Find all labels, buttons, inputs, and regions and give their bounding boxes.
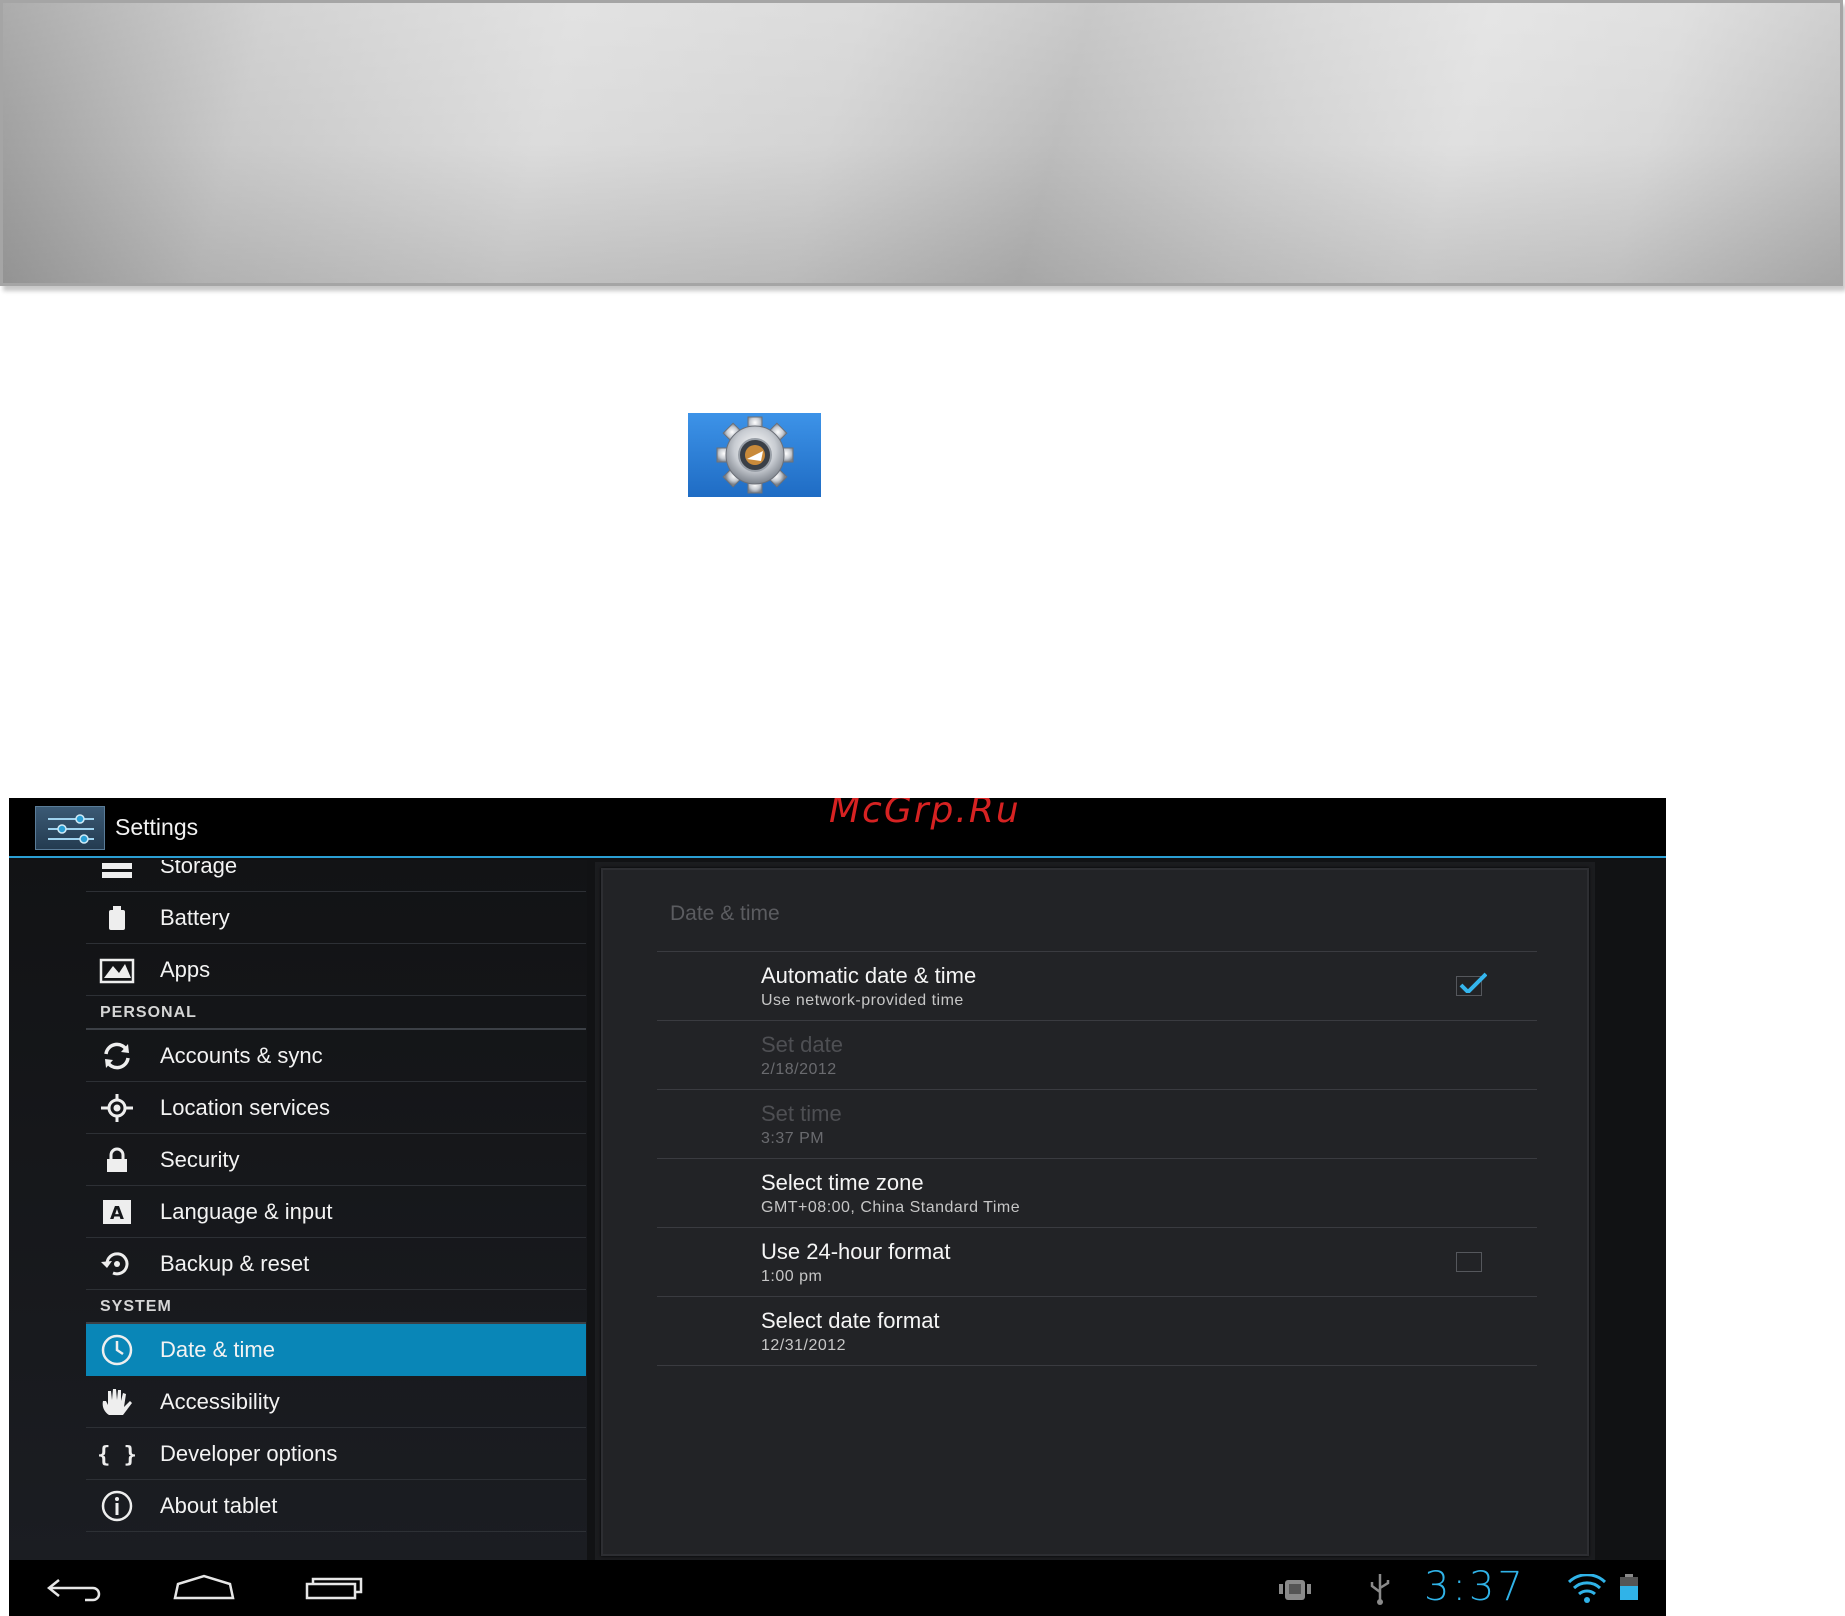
battery-icon [98,899,136,937]
hand-icon [98,1383,136,1421]
wifi-icon [1567,1574,1607,1603]
svg-text:{ }: { } [98,1443,136,1468]
menu-item-location-services[interactable]: Location services [86,1082,586,1134]
svg-text:A: A [110,1203,124,1224]
pref-select-time-zone[interactable]: Select time zone GMT+08:00, China Standa… [657,1159,1537,1228]
lock-icon [98,1141,136,1179]
menu-item-security[interactable]: Security [86,1134,586,1186]
menu-item-backup-reset[interactable]: Backup & reset [86,1238,586,1290]
settings-app-icon [688,413,821,497]
auto-time-checkbox[interactable] [1456,972,1487,996]
gear-icon [716,416,793,494]
battery-status-icon [1620,1574,1638,1600]
pref-title: Select date format [761,1308,940,1333]
settings-menu-pane: Storage Battery Apps PERSONAL Accounts &… [9,860,587,1560]
home-icon[interactable] [172,1572,236,1602]
watermark: McGrp.Ru [829,798,1021,831]
detail-title: Date & time [670,902,780,925]
menu-item-label: Battery [160,904,230,930]
pref-title: Select time zone [761,1170,924,1195]
pref-use-24-hour-format[interactable]: Use 24-hour format 1:00 pm [657,1228,1537,1297]
pref-title: Set time [761,1101,842,1126]
location-icon [98,1089,136,1127]
action-bar: Settings McGrp.Ru [9,798,1666,858]
menu-item-label: Apps [160,956,211,982]
pref-set-time[interactable]: Set time 3:37 PM [657,1090,1537,1159]
menu-item-label: About tablet [160,1492,278,1518]
debug-android-icon [1279,1580,1311,1600]
menu-item-label: Date & time [160,1336,275,1362]
checkmark-icon [1459,972,1487,993]
section-header-system: SYSTEM [86,1290,586,1324]
menu-item-label: Accounts & sync [160,1042,323,1068]
sync-icon [98,1037,136,1075]
pref-summary: 1:00 pm [761,1268,823,1285]
preference-list: Automatic date & time Use network-provid… [657,951,1537,1366]
menu-item-battery[interactable]: Battery [86,892,586,944]
menu-item-apps[interactable]: Apps [86,944,586,996]
pref-summary: 3:37 PM [761,1130,825,1147]
menu-item-date-time[interactable]: Date & time [86,1324,586,1376]
menu-item-label: Storage [160,860,238,878]
detail-pane: Date & time Automatic date & time Use ne… [595,862,1595,1560]
clock-icon [98,1331,136,1369]
usb-icon [1370,1574,1390,1605]
menu-item-label: Accessibility [160,1388,280,1414]
menu-item-language-input[interactable]: A Language & input [86,1186,586,1238]
status-clock: 3:37 [1424,1564,1526,1610]
menu-item-label: Location services [160,1094,330,1120]
24-hour-checkbox[interactable] [1456,1252,1482,1272]
settings-logo-icon[interactable] [35,806,105,850]
menu-item-storage[interactable]: Storage [86,860,586,892]
menu-item-about-tablet[interactable]: About tablet [86,1480,586,1532]
pref-select-date-format[interactable]: Select date format 12/31/2012 [657,1297,1537,1366]
pref-title: Set date [761,1032,843,1057]
menu-item-label: Developer options [160,1440,338,1466]
language-icon: A [98,1193,136,1231]
menu-item-accounts-sync[interactable]: Accounts & sync [86,1030,586,1082]
system-nav-bar: 3:37 [9,1560,1666,1616]
storage-icon [98,860,136,885]
tablet-screenshot: Settings McGrp.Ru Storage Battery Apps P… [9,798,1666,1616]
action-bar-title: Settings [115,814,199,840]
pref-summary: GMT+08:00, China Standard Time [761,1199,1021,1216]
recent-apps-icon[interactable] [304,1572,368,1602]
pref-automatic-date-time[interactable]: Automatic date & time Use network-provid… [657,952,1537,1021]
menu-item-accessibility[interactable]: Accessibility [86,1376,586,1428]
apps-icon [98,951,136,989]
pref-summary: Use network-provided time [761,992,964,1009]
pref-title: Automatic date & time [761,963,977,988]
backup-icon [98,1245,136,1283]
pref-set-date[interactable]: Set date 2/18/2012 [657,1021,1537,1090]
pref-title: Use 24-hour format [761,1239,951,1264]
header-banner [0,0,1843,286]
pref-summary: 2/18/2012 [761,1061,837,1078]
info-icon [98,1487,136,1525]
braces-icon: { } [98,1435,136,1473]
section-header-personal: PERSONAL [86,996,586,1030]
menu-item-label: Backup & reset [160,1250,310,1276]
pref-summary: 12/31/2012 [761,1337,847,1354]
menu-item-developer-options[interactable]: { } Developer options [86,1428,586,1480]
menu-item-label: Security [160,1146,240,1172]
menu-item-label: Language & input [160,1198,333,1224]
back-icon[interactable] [45,1574,105,1604]
settings-menu: Storage Battery Apps PERSONAL Accounts &… [86,860,586,1532]
detail-card: Date & time Automatic date & time Use ne… [601,868,1589,1556]
